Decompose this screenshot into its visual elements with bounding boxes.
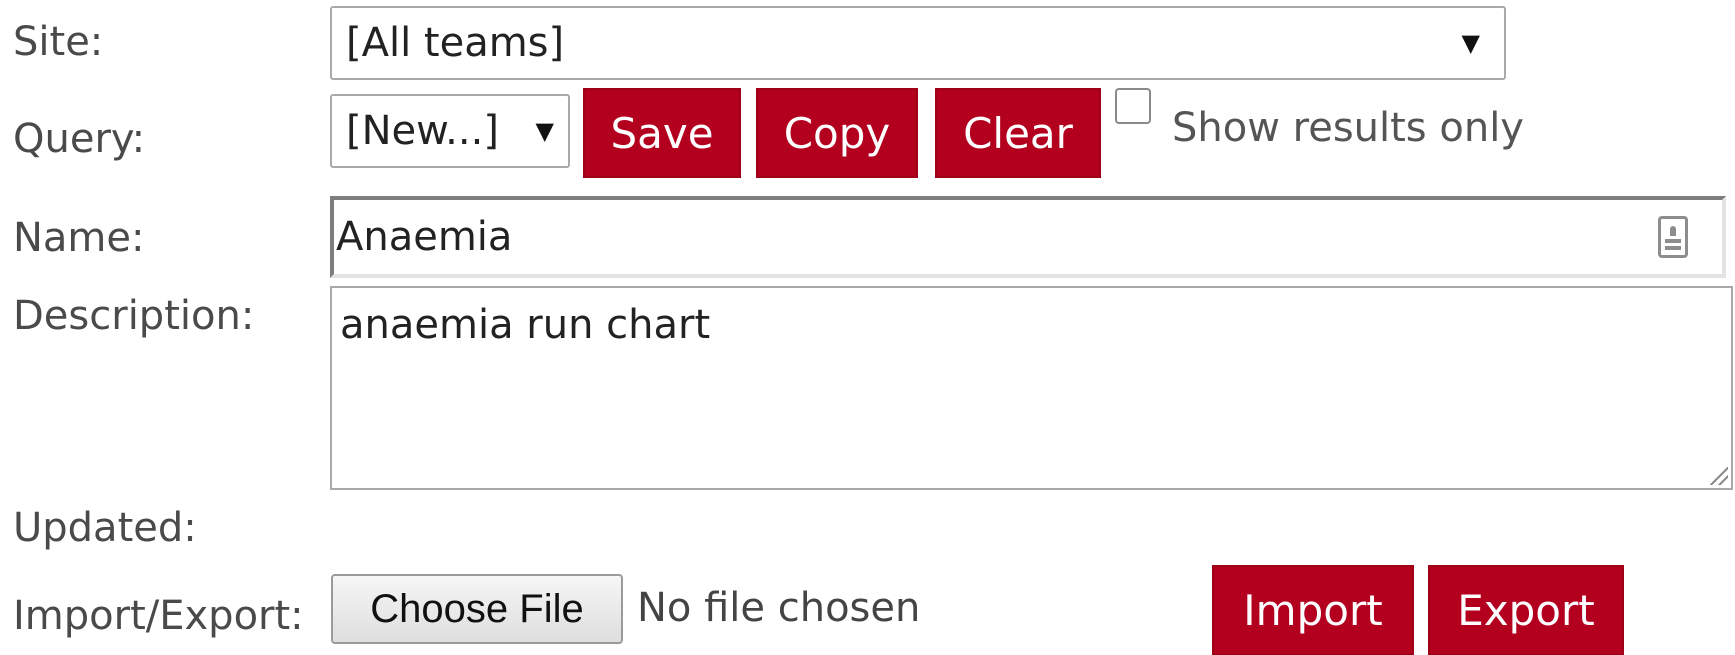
copy-button[interactable]: Copy xyxy=(756,88,918,178)
contact-card-icon[interactable] xyxy=(1658,216,1688,258)
clear-button[interactable]: Clear xyxy=(935,88,1101,178)
chevron-down-icon: ▼ xyxy=(1461,29,1480,57)
resize-handle-icon[interactable] xyxy=(1710,467,1728,485)
show-results-only-checkbox[interactable] xyxy=(1115,88,1151,124)
name-label: Name: xyxy=(13,215,145,261)
name-input[interactable]: Anaemia xyxy=(330,196,1726,278)
query-label: Query: xyxy=(13,116,146,162)
import-button[interactable]: Import xyxy=(1212,565,1414,655)
site-select[interactable]: [All teams] ▼ xyxy=(330,6,1506,80)
description-textarea[interactable]: anaemia run chart xyxy=(330,286,1733,490)
site-label: Site: xyxy=(13,19,104,65)
file-status-text: No file chosen xyxy=(637,585,921,631)
site-select-value: [All teams] xyxy=(346,20,565,66)
name-input-value: Anaemia xyxy=(336,214,513,260)
save-button[interactable]: Save xyxy=(583,88,741,178)
chevron-down-icon: ▼ xyxy=(535,117,554,145)
import-export-label: Import/Export: xyxy=(13,593,304,639)
description-label: Description: xyxy=(13,293,255,339)
show-results-only-label: Show results only xyxy=(1172,105,1524,151)
query-select[interactable]: [New...] ▼ xyxy=(330,94,570,168)
export-button[interactable]: Export xyxy=(1428,565,1624,655)
description-textarea-value: anaemia run chart xyxy=(340,302,711,348)
choose-file-button[interactable]: Choose File xyxy=(331,574,623,644)
query-select-value: [New...] xyxy=(346,108,499,154)
updated-label: Updated: xyxy=(13,505,197,551)
